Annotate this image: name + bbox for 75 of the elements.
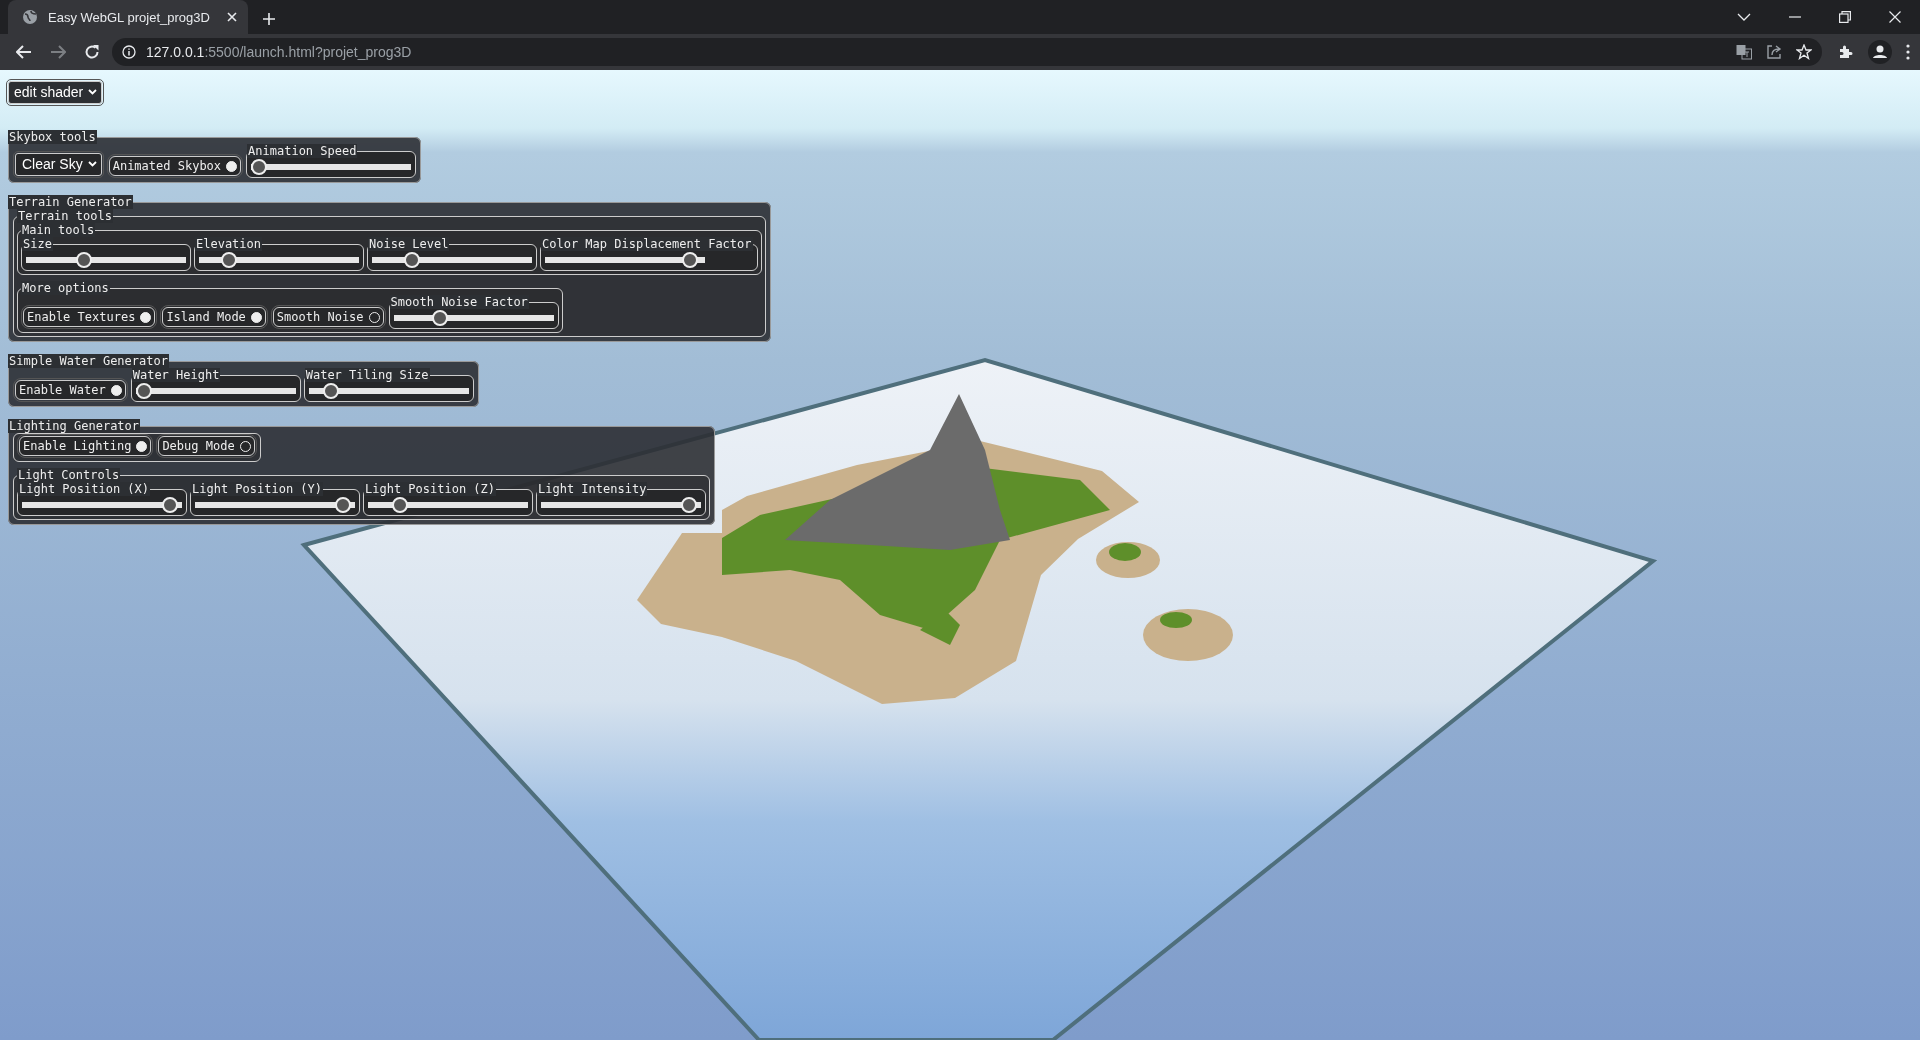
- caret-icon: [88, 89, 98, 95]
- panel-title: Simple Water Generator: [8, 354, 169, 368]
- puzzle-icon[interactable]: [1838, 44, 1854, 60]
- restore-icon[interactable]: [1839, 11, 1851, 23]
- slider-track[interactable]: [199, 252, 359, 268]
- slider-thumb[interactable]: [403, 252, 420, 268]
- toggle-switch[interactable]: Island Mode: [162, 307, 266, 327]
- info-icon[interactable]: [122, 45, 136, 59]
- toggle-switch[interactable]: Enable Lighting: [19, 436, 152, 456]
- panel-title: Lighting Generator: [8, 419, 141, 433]
- slider-track[interactable]: [195, 497, 355, 513]
- menu-icon[interactable]: [1906, 44, 1910, 60]
- toggle-switch[interactable]: Animated Skybox: [108, 156, 242, 176]
- star-icon[interactable]: [1796, 44, 1812, 60]
- group-title: Light Controls: [17, 468, 121, 482]
- slider-thumb[interactable]: [681, 252, 698, 268]
- slider-label: Smooth Noise Factor: [389, 295, 529, 309]
- toggle-switch[interactable]: Enable Textures: [23, 307, 156, 327]
- slider-track[interactable]: [26, 252, 186, 268]
- slider-track[interactable]: [135, 383, 296, 399]
- globe-icon: [22, 9, 38, 25]
- reload-icon[interactable]: [84, 44, 100, 60]
- slider-label: Size: [22, 237, 53, 251]
- close-icon[interactable]: [1889, 11, 1901, 23]
- slider-track[interactable]: [251, 159, 412, 175]
- slider-track[interactable]: [545, 252, 705, 268]
- shader-dropdown[interactable]: edit shader: [8, 81, 103, 104]
- caret-icon: [87, 161, 97, 167]
- slider-label: Light Intensity: [537, 482, 648, 496]
- panel-title: Terrain Generator: [8, 195, 133, 209]
- close-icon[interactable]: [226, 11, 238, 23]
- panel-title: Skybox tools: [8, 130, 97, 144]
- toggle-switch[interactable]: Smooth Noise: [272, 307, 384, 327]
- slider-label: Color Map Displacement Factor: [541, 237, 753, 251]
- new-tab-icon[interactable]: [262, 12, 276, 26]
- slider-label: Water Tiling Size: [304, 368, 430, 382]
- toggle-switch[interactable]: Debug Mode: [158, 436, 255, 456]
- profile-icon[interactable]: [1868, 40, 1892, 64]
- translate-icon[interactable]: [1736, 44, 1752, 60]
- slider-track[interactable]: [541, 497, 701, 513]
- slider-label: Water Height: [131, 368, 221, 382]
- slider-thumb[interactable]: [323, 383, 340, 399]
- slider-thumb[interactable]: [76, 252, 93, 268]
- slider-thumb[interactable]: [334, 497, 351, 513]
- slider-label: Light Position (Y): [191, 482, 324, 496]
- slider-label: Light Position (X): [18, 482, 151, 496]
- back-icon[interactable]: [16, 45, 32, 59]
- slider-thumb[interactable]: [680, 497, 697, 513]
- slider-thumb[interactable]: [432, 310, 449, 326]
- slider-thumb[interactable]: [161, 497, 178, 513]
- slider-label: Elevation: [195, 237, 263, 251]
- dropdown-select[interactable]: Clear Sky: [15, 153, 102, 176]
- slider-track[interactable]: [308, 383, 469, 399]
- address-bar[interactable]: 127.0.0.1:5500/launch.html?projet_prog3D: [112, 38, 1822, 66]
- slider-label: Noise Level: [368, 237, 450, 251]
- slider-thumb[interactable]: [135, 383, 152, 399]
- share-icon[interactable]: [1766, 44, 1782, 60]
- group-title: Terrain tools: [17, 209, 113, 223]
- slider-thumb[interactable]: [392, 497, 409, 513]
- url-text: 127.0.0.1:5500/launch.html?projet_prog3D: [146, 44, 412, 60]
- group-title: More options: [21, 281, 110, 295]
- slider-track[interactable]: [372, 252, 532, 268]
- slider-label: Light Position (Z): [364, 482, 497, 496]
- islet-shape: [1096, 542, 1160, 578]
- slider-thumb[interactable]: [251, 159, 268, 175]
- slider-label: Animation Speed: [247, 144, 358, 158]
- slider-track[interactable]: [368, 497, 528, 513]
- slider-track[interactable]: [22, 497, 182, 513]
- group-title: Main tools: [21, 223, 96, 237]
- slider-track[interactable]: [393, 310, 554, 326]
- slider-thumb[interactable]: [220, 252, 237, 268]
- browser-tab[interactable]: Easy WebGL projet_prog3D: [8, 0, 248, 34]
- chevron-down-icon[interactable]: [1737, 13, 1751, 21]
- tab-title: Easy WebGL projet_prog3D: [48, 9, 211, 25]
- toggle-switch[interactable]: Enable Water: [15, 380, 126, 400]
